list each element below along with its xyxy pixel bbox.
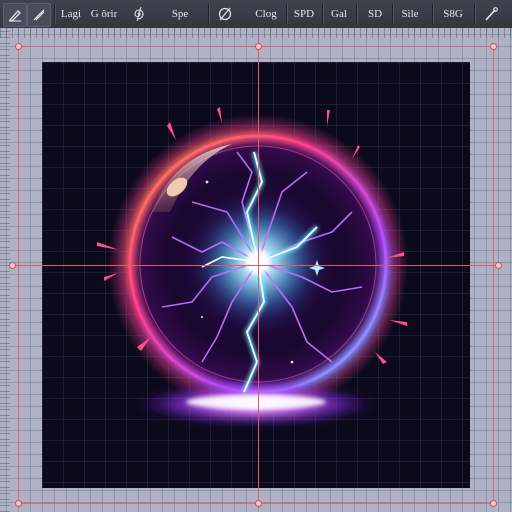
toolbar-item-gal[interactable]: Gal xyxy=(328,3,350,25)
circle-slash-icon[interactable] xyxy=(214,3,236,25)
handle-top-left[interactable] xyxy=(15,43,22,50)
toolbar-item-lagi[interactable]: Lagi xyxy=(58,3,84,25)
handle-bottom-center[interactable] xyxy=(255,500,262,507)
handle-bottom-right[interactable] xyxy=(490,500,497,507)
handle-top-center[interactable] xyxy=(255,43,262,50)
top-toolbar: Lagi G ôrir Spe Clog SPD Gal SD Sile S8G xyxy=(0,0,512,29)
handle-bottom-left[interactable] xyxy=(15,500,22,507)
toolbar-item-clog[interactable]: Clog xyxy=(252,3,280,25)
toolbar-item-spd[interactable]: SPD xyxy=(292,3,316,25)
toolbar-item-sile[interactable]: Sile xyxy=(398,3,422,25)
ruler-top xyxy=(0,28,512,38)
toolbar-item-s8g[interactable]: S8G xyxy=(440,3,466,25)
horizontal-guide[interactable] xyxy=(10,265,502,266)
handle-middle-right[interactable] xyxy=(495,262,502,269)
handle-middle-left[interactable] xyxy=(9,262,16,269)
toolbar-item-gorir[interactable]: G ôrir xyxy=(90,3,118,25)
handle-top-right[interactable] xyxy=(490,43,497,50)
pen-slash-icon[interactable] xyxy=(27,3,51,27)
artwork-canvas[interactable] xyxy=(42,62,470,488)
energy-orb-illustration xyxy=(97,107,408,426)
toolbar-item-sd[interactable]: SD xyxy=(364,3,386,25)
ruler-left xyxy=(0,28,10,512)
brush-box-icon[interactable] xyxy=(3,3,27,27)
toolbar-item-spe[interactable]: Spe xyxy=(168,3,192,25)
pen-tool-icon[interactable] xyxy=(480,3,502,25)
vertical-guide[interactable] xyxy=(258,38,259,508)
spiral-icon[interactable] xyxy=(130,3,148,25)
